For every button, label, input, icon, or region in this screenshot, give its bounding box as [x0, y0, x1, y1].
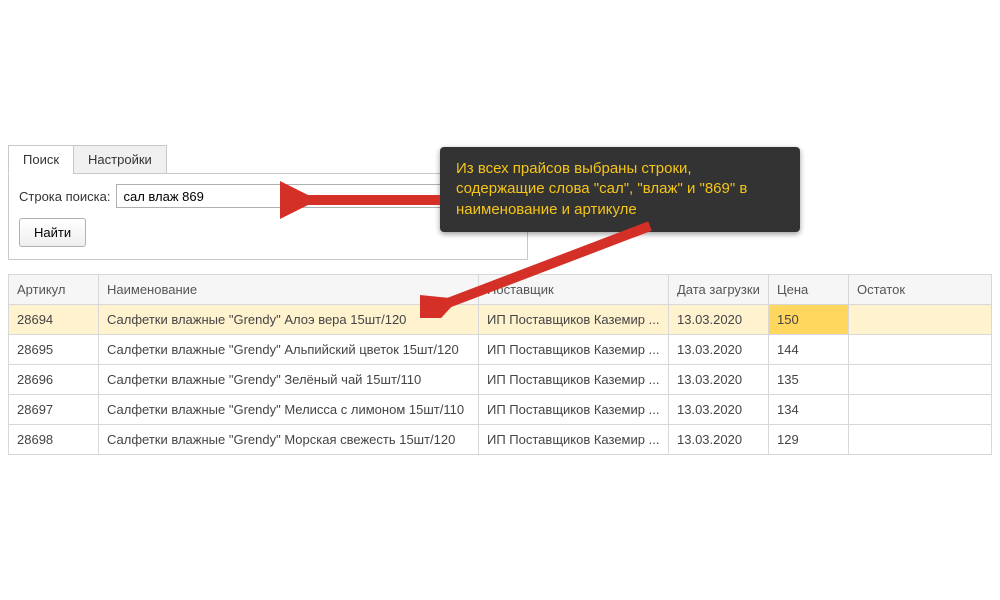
tab-search[interactable]: Поиск — [8, 145, 74, 174]
table-row[interactable]: 28697Салфетки влажные "Grendy" Мелисса с… — [9, 395, 992, 425]
cell-name: Салфетки влажные "Grendy" Морская свежес… — [99, 425, 479, 455]
cell-rest — [849, 335, 992, 365]
tab-settings[interactable]: Настройки — [73, 145, 167, 174]
col-article[interactable]: Артикул — [9, 275, 99, 305]
cell-name: Салфетки влажные "Grendy" Алоэ вера 15шт… — [99, 305, 479, 335]
cell-rest — [849, 395, 992, 425]
cell-date: 13.03.2020 — [669, 335, 769, 365]
col-price[interactable]: Цена — [769, 275, 849, 305]
cell-date: 13.03.2020 — [669, 365, 769, 395]
cell-supplier: ИП Поставщиков Каземир ... — [479, 395, 669, 425]
cell-supplier: ИП Поставщиков Каземир ... — [479, 335, 669, 365]
cell-name: Салфетки влажные "Grendy" Альпийский цве… — [99, 335, 479, 365]
search-button[interactable]: Найти — [19, 218, 86, 247]
cell-article: 28694 — [9, 305, 99, 335]
search-label: Строка поиска: — [19, 189, 110, 204]
table-header-row: Артикул Наименование Поставщик Дата загр… — [9, 275, 992, 305]
results-table: Артикул Наименование Поставщик Дата загр… — [8, 274, 992, 455]
cell-article: 28695 — [9, 335, 99, 365]
cell-supplier: ИП Поставщиков Каземир ... — [479, 305, 669, 335]
cell-article: 28698 — [9, 425, 99, 455]
cell-article: 28696 — [9, 365, 99, 395]
col-supplier[interactable]: Поставщик — [479, 275, 669, 305]
cell-price: 150 — [769, 305, 849, 335]
cell-price: 144 — [769, 335, 849, 365]
table-row[interactable]: 28695Салфетки влажные "Grendy" Альпийски… — [9, 335, 992, 365]
cell-rest — [849, 305, 992, 335]
col-date[interactable]: Дата загрузки — [669, 275, 769, 305]
cell-date: 13.03.2020 — [669, 425, 769, 455]
cell-date: 13.03.2020 — [669, 305, 769, 335]
annotation-callout: Из всех прайсов выбраны строки, содержащ… — [440, 147, 800, 232]
cell-price: 129 — [769, 425, 849, 455]
table-row[interactable]: 28696Салфетки влажные "Grendy" Зелёный ч… — [9, 365, 992, 395]
col-rest[interactable]: Остаток — [849, 275, 992, 305]
table-row[interactable]: 28694Салфетки влажные "Grendy" Алоэ вера… — [9, 305, 992, 335]
cell-price: 135 — [769, 365, 849, 395]
cell-rest — [849, 365, 992, 395]
cell-date: 13.03.2020 — [669, 395, 769, 425]
cell-supplier: ИП Поставщиков Каземир ... — [479, 425, 669, 455]
cell-rest — [849, 425, 992, 455]
cell-name: Салфетки влажные "Grendy" Мелисса с лимо… — [99, 395, 479, 425]
col-name[interactable]: Наименование — [99, 275, 479, 305]
cell-name: Салфетки влажные "Grendy" Зелёный чай 15… — [99, 365, 479, 395]
cell-price: 134 — [769, 395, 849, 425]
cell-supplier: ИП Поставщиков Каземир ... — [479, 365, 669, 395]
cell-article: 28697 — [9, 395, 99, 425]
table-row[interactable]: 28698Салфетки влажные "Grendy" Морская с… — [9, 425, 992, 455]
